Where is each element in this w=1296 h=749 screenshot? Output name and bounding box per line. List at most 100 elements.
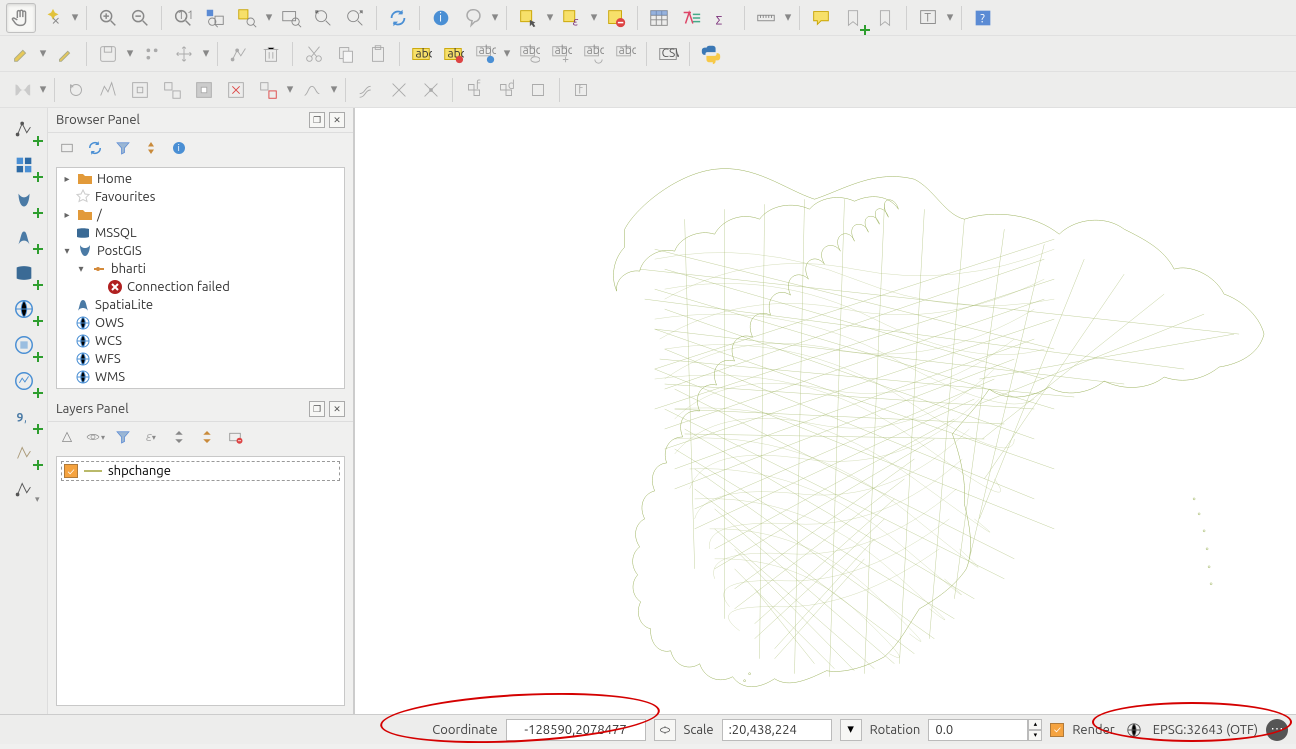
toggle-editing-button[interactable] [50, 39, 80, 69]
tree-item-mssql[interactable]: MSSQL [57, 224, 344, 242]
select-features-button[interactable] [513, 3, 543, 33]
dropdown-arrow[interactable]: ▾ [545, 10, 555, 25]
rotation-spinner-down[interactable]: ▾ [1028, 730, 1042, 741]
map-canvas[interactable] [354, 108, 1296, 714]
add-ring-button[interactable] [125, 75, 155, 105]
tree-item-wcs[interactable]: WCS [57, 332, 344, 350]
paste-features-button[interactable] [363, 39, 393, 69]
merge-selected-features-button[interactable]: f [459, 75, 489, 105]
label-pin-button[interactable]: abc [470, 39, 500, 69]
text-annotation-button[interactable]: T [913, 3, 943, 33]
cut-features-button[interactable] [299, 39, 329, 69]
scale-input[interactable] [722, 719, 832, 741]
show-bookmarks-button[interactable] [870, 3, 900, 33]
add-postgis-layer-button[interactable] [7, 186, 41, 216]
offset-point-symbols-button[interactable]: f [566, 75, 596, 105]
layer-visibility-checkbox[interactable]: ✓ [64, 464, 78, 478]
add-wms-layer-button[interactable] [7, 294, 41, 324]
offset-curve-button[interactable] [352, 75, 382, 105]
save-edits-button[interactable] [93, 39, 123, 69]
refresh-button[interactable] [383, 3, 413, 33]
change-label-button[interactable]: abc [610, 39, 640, 69]
panel-close-button[interactable]: ✕ [329, 401, 345, 417]
zoom-to-layer-button[interactable] [276, 3, 306, 33]
zoom-native-button[interactable]: 1:1 [168, 3, 198, 33]
delete-selected-button[interactable] [256, 39, 286, 69]
zoom-out-button[interactable] [125, 3, 155, 33]
tree-item-postgis[interactable]: ▾PostGIS [57, 242, 344, 260]
dropdown-arrow[interactable]: ▾ [502, 46, 512, 61]
simplify-feature-button[interactable] [93, 75, 123, 105]
dropdown-arrow[interactable]: ▾ [38, 46, 48, 61]
tree-item-home[interactable]: ▸Home [57, 170, 344, 188]
dropdown-arrow[interactable]: ▾ [125, 46, 135, 61]
split-features-button[interactable] [384, 75, 414, 105]
dropdown-arrow[interactable]: ▾ [329, 82, 339, 97]
layer-item[interactable]: ✓ shpchange [61, 461, 340, 481]
python-console-button[interactable] [696, 39, 726, 69]
rotate-point-symbols-button[interactable] [523, 75, 553, 105]
fill-ring-button[interactable] [189, 75, 219, 105]
crs-label[interactable]: EPSG:32643 (OTF) [1153, 723, 1258, 737]
help-button[interactable]: ? [968, 3, 998, 33]
deselect-all-button[interactable] [601, 3, 631, 33]
messages-button[interactable]: ⋯ [1266, 719, 1288, 741]
remove-layer-icon[interactable] [224, 426, 246, 448]
measure-button[interactable] [751, 3, 781, 33]
reshape-button[interactable] [297, 75, 327, 105]
dropdown-arrow[interactable]: ▾ [945, 10, 955, 25]
filter-legend-icon[interactable] [112, 426, 134, 448]
show-hide-labels-button[interactable]: abc [514, 39, 544, 69]
statistics-button[interactable]: Σ [708, 3, 738, 33]
select-by-expression-button[interactable]: ε [557, 3, 587, 33]
dropdown-arrow[interactable]: ▾ [201, 46, 211, 61]
move-label-button[interactable]: abc [546, 39, 576, 69]
style-manager-icon[interactable] [56, 426, 78, 448]
dropdown-arrow[interactable]: ▾ [783, 10, 793, 25]
csw-button[interactable]: CSW [653, 39, 683, 69]
tree-item-ows[interactable]: OWS [57, 314, 344, 332]
toggle-extents-button[interactable] [654, 719, 676, 741]
rotate-label-button[interactable]: abc [578, 39, 608, 69]
tree-item-wfs[interactable]: WFS [57, 350, 344, 368]
rotation-spinner-up[interactable]: ▴ [1028, 719, 1042, 730]
scale-dropdown-button[interactable]: ▾ [840, 719, 862, 741]
panel-undock-button[interactable]: ❐ [309, 401, 325, 417]
add-wfs-layer-button[interactable] [7, 366, 41, 396]
add-part-button[interactable] [157, 75, 187, 105]
expand-all-icon[interactable] [168, 426, 190, 448]
node-tool-button[interactable] [224, 39, 254, 69]
field-calculator-button[interactable] [676, 3, 706, 33]
rotate-feature-button[interactable] [61, 75, 91, 105]
tree-item-root[interactable]: ▸/ [57, 206, 344, 224]
add-mssql-layer-button[interactable] [7, 258, 41, 288]
add-delimited-text-button[interactable]: 9, [7, 402, 41, 432]
zoom-full-button[interactable] [200, 3, 230, 33]
advanced-digitizing-button[interactable] [6, 75, 36, 105]
pan-button[interactable] [6, 3, 36, 33]
add-raster-layer-button[interactable] [7, 150, 41, 180]
merge-attributes-button[interactable]: d [491, 75, 521, 105]
render-checkbox[interactable]: ✓ [1050, 723, 1064, 737]
filter-icon[interactable] [112, 137, 134, 159]
tree-item-connection[interactable]: ▾bharti [57, 260, 344, 278]
crs-icon[interactable] [1123, 719, 1145, 741]
zoom-last-button[interactable] [308, 3, 338, 33]
dropdown-arrow[interactable]: ▾ [38, 82, 48, 97]
delete-part-button[interactable] [253, 75, 283, 105]
collapse-all-icon[interactable] [140, 137, 162, 159]
delete-ring-button[interactable] [221, 75, 251, 105]
add-wcs-layer-button[interactable] [7, 330, 41, 360]
dropdown-arrow[interactable]: ▾ [285, 82, 295, 97]
copy-features-button[interactable] [331, 39, 361, 69]
refresh-icon[interactable] [84, 137, 106, 159]
map-tips-button[interactable] [806, 3, 836, 33]
current-edits-button[interactable] [6, 39, 36, 69]
add-feature-button[interactable] [137, 39, 167, 69]
dropdown-arrow[interactable]: ▾ [490, 10, 500, 25]
move-feature-button[interactable] [169, 39, 199, 69]
new-spatialite-button[interactable]: ▾ [7, 474, 41, 504]
new-shapefile-button[interactable] [7, 438, 41, 468]
tree-item-favourites[interactable]: Favourites [57, 188, 344, 206]
new-bookmark-button[interactable] [838, 3, 868, 33]
